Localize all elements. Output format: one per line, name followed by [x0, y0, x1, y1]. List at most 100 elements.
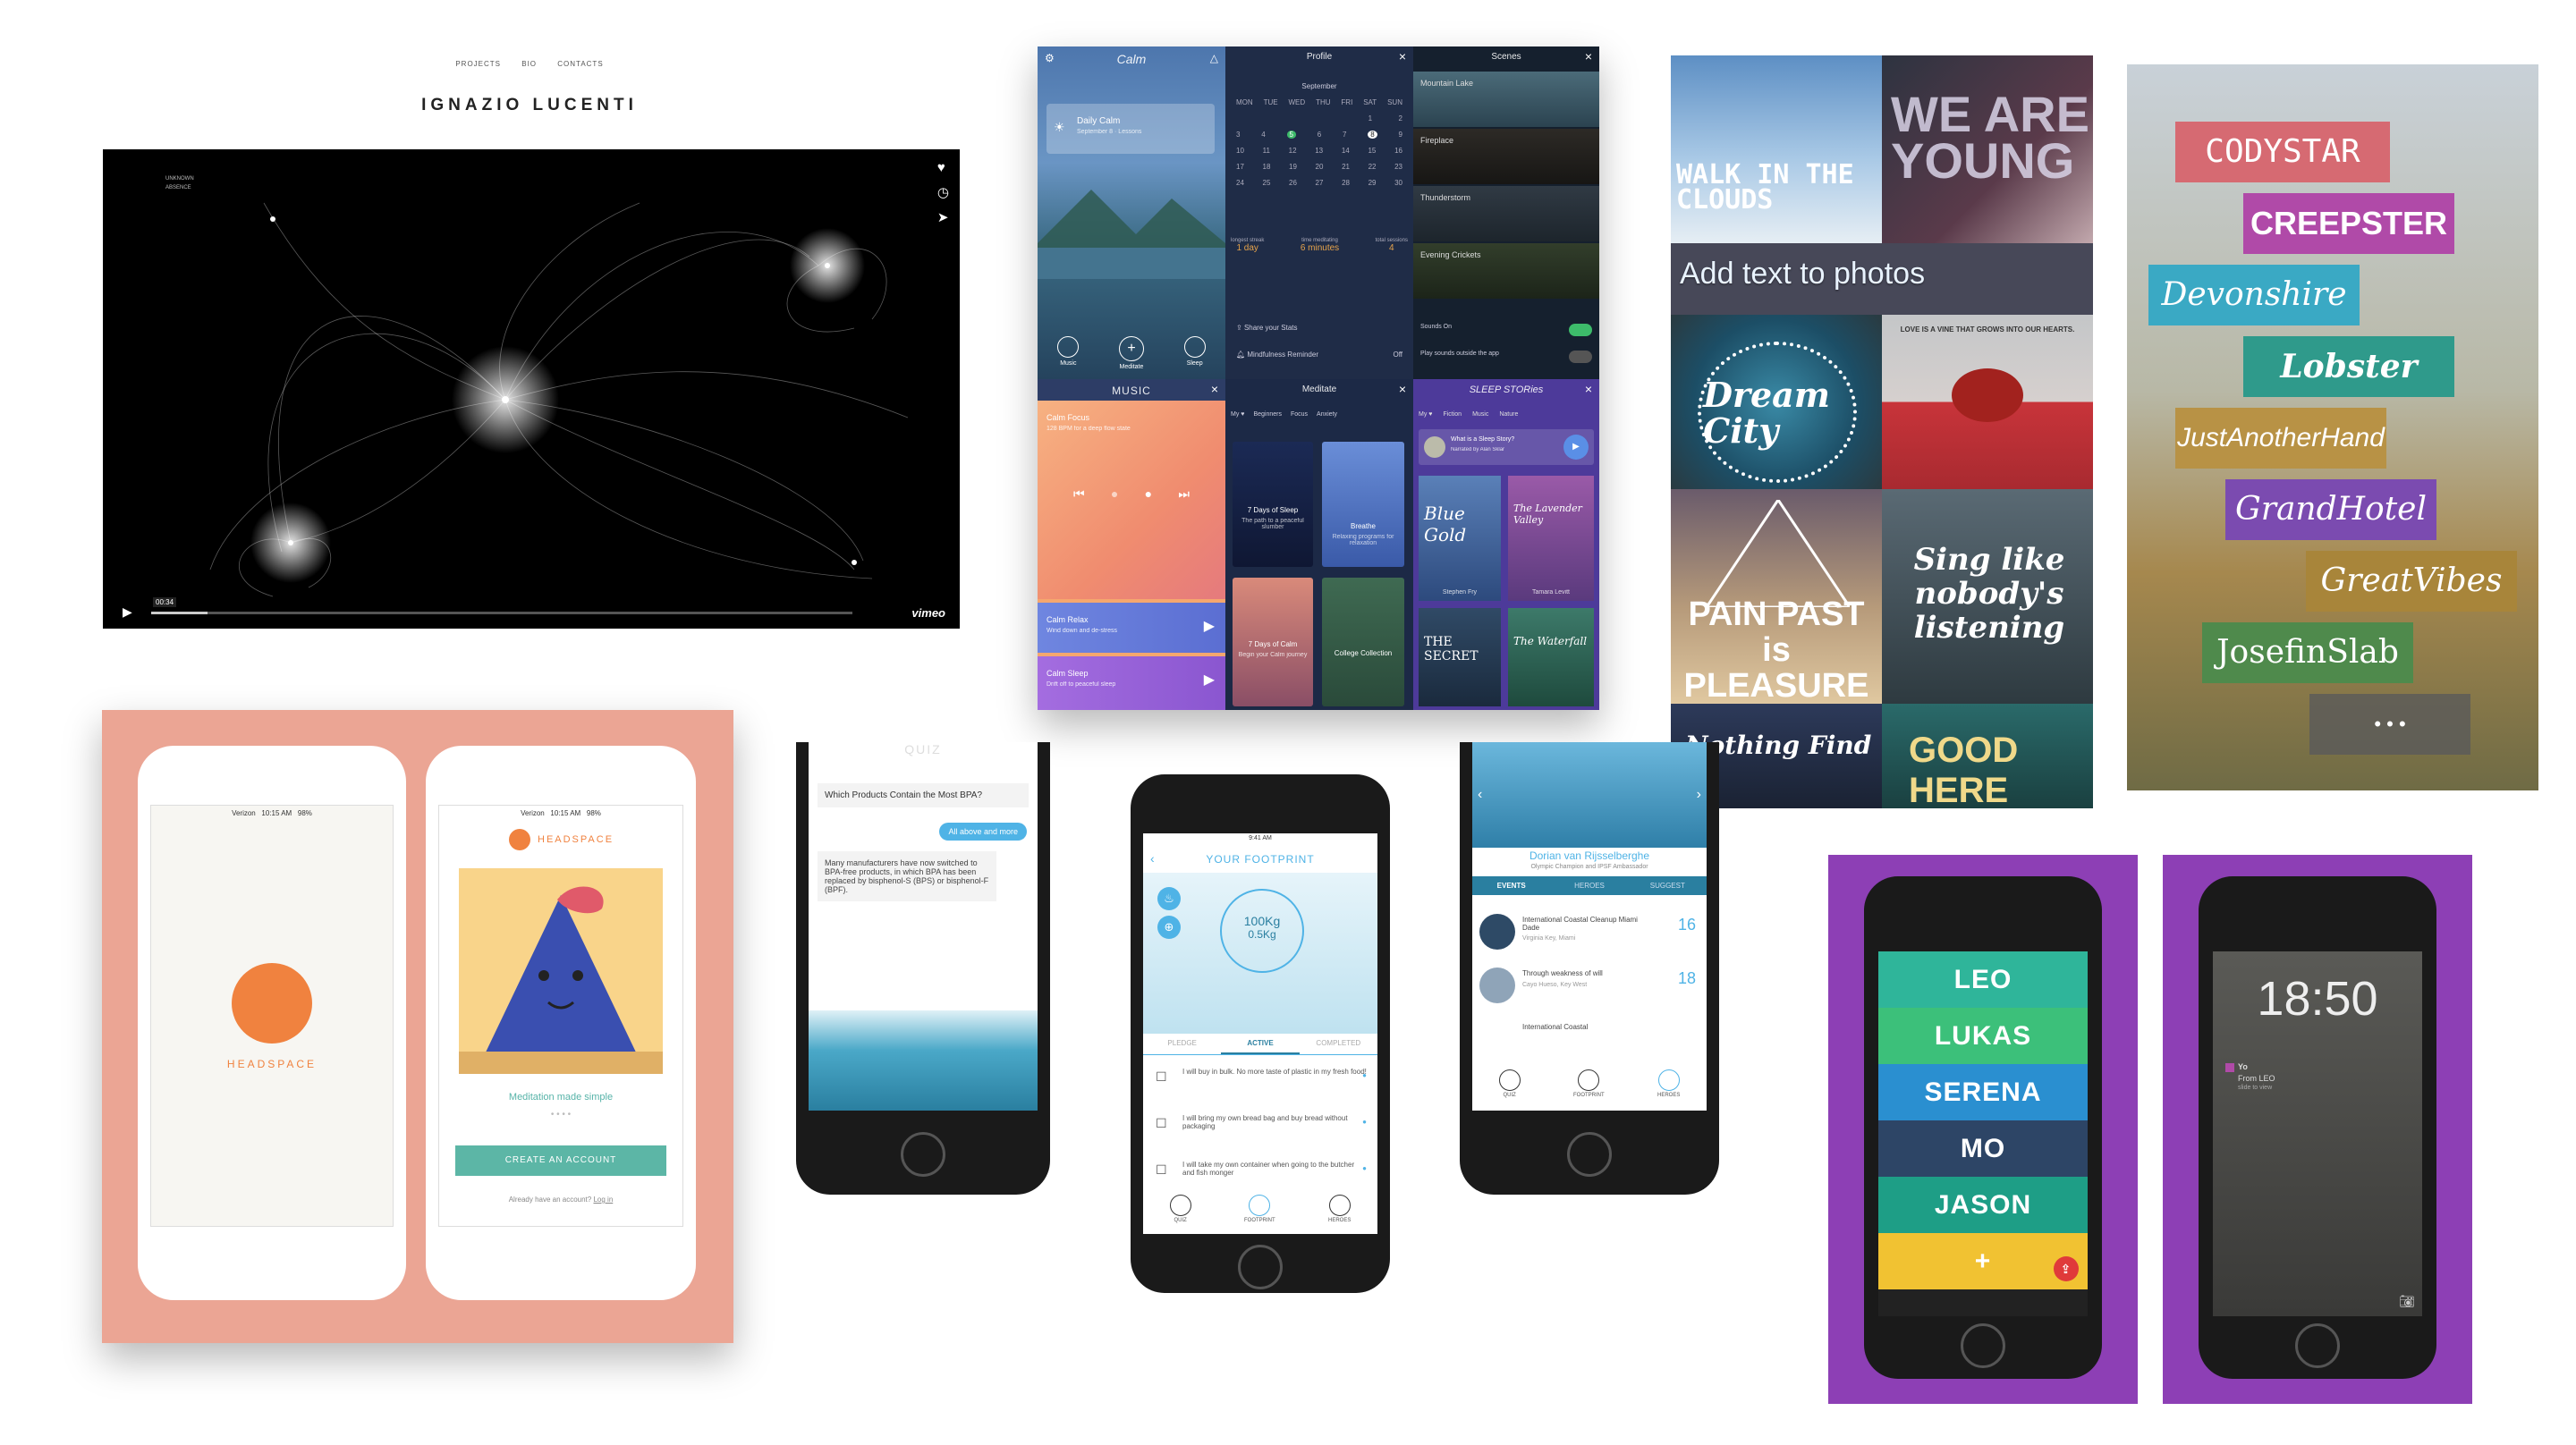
calm-focus-card[interactable]: Calm Focus 128 BPM for a deep flow state… — [1038, 401, 1225, 599]
share-icon[interactable]: ➤ — [937, 209, 949, 225]
contact-serena[interactable]: SERENA — [1878, 1064, 2088, 1120]
pledge-item[interactable]: ☐ I will bring my own bread bag and buy b… — [1152, 1114, 1367, 1161]
close-icon[interactable]: × — [1585, 382, 1592, 396]
tab-events[interactable]: EVENTS — [1472, 876, 1550, 895]
tab-favorites[interactable]: My ♥ — [1231, 411, 1244, 418]
home-button[interactable] — [901, 1132, 945, 1177]
sleep-story-intro[interactable]: What is a Sleep Story? Narrated by Alan … — [1419, 429, 1594, 465]
contact-leo[interactable]: LEO — [1878, 951, 2088, 1008]
contact-lukas[interactable]: LUKAS — [1878, 1008, 2088, 1064]
nav-quiz[interactable]: QUIZ — [1169, 1191, 1191, 1234]
tile-dream-city[interactable]: Dream City — [1671, 315, 1882, 489]
story-lavender-valley[interactable]: The Lavender Valley Tamara Levitt — [1508, 476, 1594, 601]
font-codystar[interactable]: CODYSTAR — [2175, 122, 2390, 182]
login-link[interactable]: Log in — [593, 1196, 613, 1204]
create-account-button[interactable]: CREATE AN ACCOUNT — [455, 1145, 666, 1176]
nav-footprint[interactable]: FOOTPRINT — [1244, 1191, 1275, 1234]
settings-icon[interactable]: ⚙ — [1045, 52, 1055, 64]
font-creepster[interactable]: CREEPSTER — [2243, 193, 2454, 254]
camera-icon[interactable]: 📷︎ — [2399, 1294, 2415, 1309]
card-breathe[interactable]: Breathe Relaxing programs for relaxation — [1322, 442, 1404, 567]
tab-music[interactable]: Music — [1057, 336, 1080, 370]
card-7-days-calm[interactable]: 7 Days of Calm Begin your Calm journey — [1233, 578, 1313, 706]
nav-heroes[interactable]: HEROES — [1657, 1066, 1680, 1111]
event-item[interactable]: International Coastal — [1479, 1016, 1699, 1043]
tab-active[interactable]: ACTIVE — [1221, 1034, 1300, 1054]
close-icon[interactable]: × — [1399, 382, 1406, 396]
tile-we-are-young[interactable]: WE ARE YOUNG — [1882, 55, 2093, 243]
pledge-item[interactable]: ☐ I will buy in bulk. No more taste of pl… — [1152, 1068, 1367, 1114]
calm-sleep-card[interactable]: Calm Sleep Drift off to peaceful sleep ▶ — [1038, 656, 1225, 710]
tab-heroes[interactable]: HEROES — [1550, 876, 1628, 895]
event-item[interactable]: Through weakness of will Cayo Hueso, Key … — [1479, 962, 1699, 1016]
nav-quiz[interactable]: QUIZ — [1498, 1066, 1521, 1111]
play-outside-toggle[interactable] — [1569, 351, 1592, 363]
tab-beginners[interactable]: Beginners — [1253, 411, 1282, 418]
video-progress-bar[interactable] — [151, 612, 852, 614]
vimeo-logo[interactable]: vimeo — [911, 606, 945, 620]
chevron-left-icon[interactable]: ‹ — [1478, 787, 1482, 803]
nav-contacts[interactable]: CONTACTS — [557, 60, 603, 68]
sounds-on-toggle[interactable] — [1569, 324, 1592, 336]
share-stats-row[interactable]: ⇪ Share your Stats — [1236, 324, 1298, 332]
chevron-right-icon[interactable]: › — [1697, 787, 1701, 803]
globe-icon[interactable]: ⊕ — [1157, 916, 1181, 939]
tab-meditate[interactable]: + Meditate — [1118, 336, 1144, 370]
font-lobster[interactable]: Lobster — [2243, 336, 2454, 397]
more-fonts-button[interactable]: • • • — [2309, 694, 2470, 755]
leaf-icon[interactable]: ♨ — [1157, 887, 1181, 910]
story-the-waterfall[interactable]: The Waterfall — [1508, 608, 1594, 706]
tile-walk-in-clouds[interactable]: WALK IN THE CLOUDS — [1671, 55, 1882, 243]
event-item[interactable]: International Coastal Cleanup Miami Dade… — [1479, 908, 1699, 962]
calm-relax-card[interactable]: Calm Relax Wind down and de-stress ▶ — [1038, 603, 1225, 653]
scene-fireplace[interactable]: Fireplace — [1413, 129, 1599, 184]
tile-pain-past[interactable]: PAIN PAST is PLEASURE — [1671, 489, 1882, 704]
mountain-icon[interactable]: △ — [1210, 52, 1218, 64]
tab-anxiety[interactable]: Anxiety — [1317, 411, 1337, 418]
tile-love-is-a-vine[interactable]: LOVE IS A VINE THAT GROWS INTO OUR HEART… — [1882, 315, 2093, 489]
home-button[interactable] — [2295, 1323, 2340, 1368]
heart-icon[interactable]: ♥ — [937, 160, 949, 175]
story-blue-gold[interactable]: Blue Gold Stephen Fry — [1419, 476, 1501, 601]
font-just-another-hand[interactable]: JustAnotherHand — [2175, 408, 2386, 469]
card-college-collection[interactable]: College Collection — [1322, 578, 1404, 706]
close-icon[interactable]: × — [1585, 49, 1592, 63]
story-the-secret[interactable]: THE SECRET — [1419, 608, 1501, 706]
share-icon[interactable]: ⇪ — [2054, 1256, 2079, 1281]
tile-sing-like-nobody[interactable]: Sing like nobody's listening — [1882, 489, 2093, 704]
play-icon[interactable]: ▶ — [1204, 671, 1215, 689]
font-devonshire[interactable]: Devonshire — [2148, 265, 2360, 325]
vimeo-video-player[interactable]: UNKNOWN ABSENCE ♥ ◷ ➤ ▶ 00:34 vimeo — [103, 149, 960, 629]
tab-suggest[interactable]: SUGGEST — [1629, 876, 1707, 895]
nav-heroes[interactable]: HEROES — [1328, 1191, 1351, 1234]
close-icon[interactable]: × — [1211, 382, 1218, 396]
home-button[interactable] — [1567, 1132, 1612, 1177]
nav-footprint[interactable]: FOOTPRINT — [1573, 1066, 1605, 1111]
clock-icon[interactable]: ◷ — [937, 184, 949, 200]
scene-mountain-lake[interactable]: Mountain Lake — [1413, 72, 1599, 127]
nav-bio[interactable]: BIO — [521, 60, 537, 68]
add-contact-button[interactable]: + ⇪ — [1878, 1233, 2088, 1289]
card-7-days-sleep[interactable]: 7 Days of Sleep The path to a peaceful sl… — [1233, 442, 1313, 567]
play-icon[interactable]: ▶ — [1204, 617, 1215, 635]
tab-pledge[interactable]: PLEDGE — [1143, 1034, 1221, 1054]
close-icon[interactable]: × — [1399, 49, 1406, 63]
contact-jason[interactable]: JASON — [1878, 1177, 2088, 1233]
home-button[interactable] — [1961, 1323, 2005, 1368]
contact-mo[interactable]: MO — [1878, 1120, 2088, 1177]
home-button[interactable] — [1238, 1245, 1283, 1289]
tab-sleep[interactable]: Sleep — [1183, 336, 1206, 370]
scene-thunderstorm[interactable]: Thunderstorm — [1413, 186, 1599, 241]
next-icon[interactable]: ⏭ — [1178, 486, 1190, 502]
font-grand-hotel[interactable]: GrandHotel — [2225, 479, 2436, 540]
daily-calm-card[interactable]: ☀ Daily Calm September 8 · Lessons — [1046, 104, 1215, 154]
font-great-vibes[interactable]: GreatVibes — [2306, 551, 2517, 612]
tab-focus[interactable]: Focus — [1291, 411, 1308, 418]
scene-evening-crickets[interactable]: Evening Crickets — [1413, 243, 1599, 299]
nav-projects[interactable]: PROJECTS — [455, 60, 501, 68]
yo-notification[interactable]: Yo From LEO slide to view — [2225, 1062, 2275, 1091]
previous-icon[interactable]: ⏮ — [1073, 486, 1085, 502]
tab-completed[interactable]: COMPLETED — [1300, 1034, 1377, 1054]
tile-good-here[interactable]: GOOD HERE — [1882, 704, 2093, 808]
play-icon[interactable]: ▶ — [1563, 435, 1589, 460]
